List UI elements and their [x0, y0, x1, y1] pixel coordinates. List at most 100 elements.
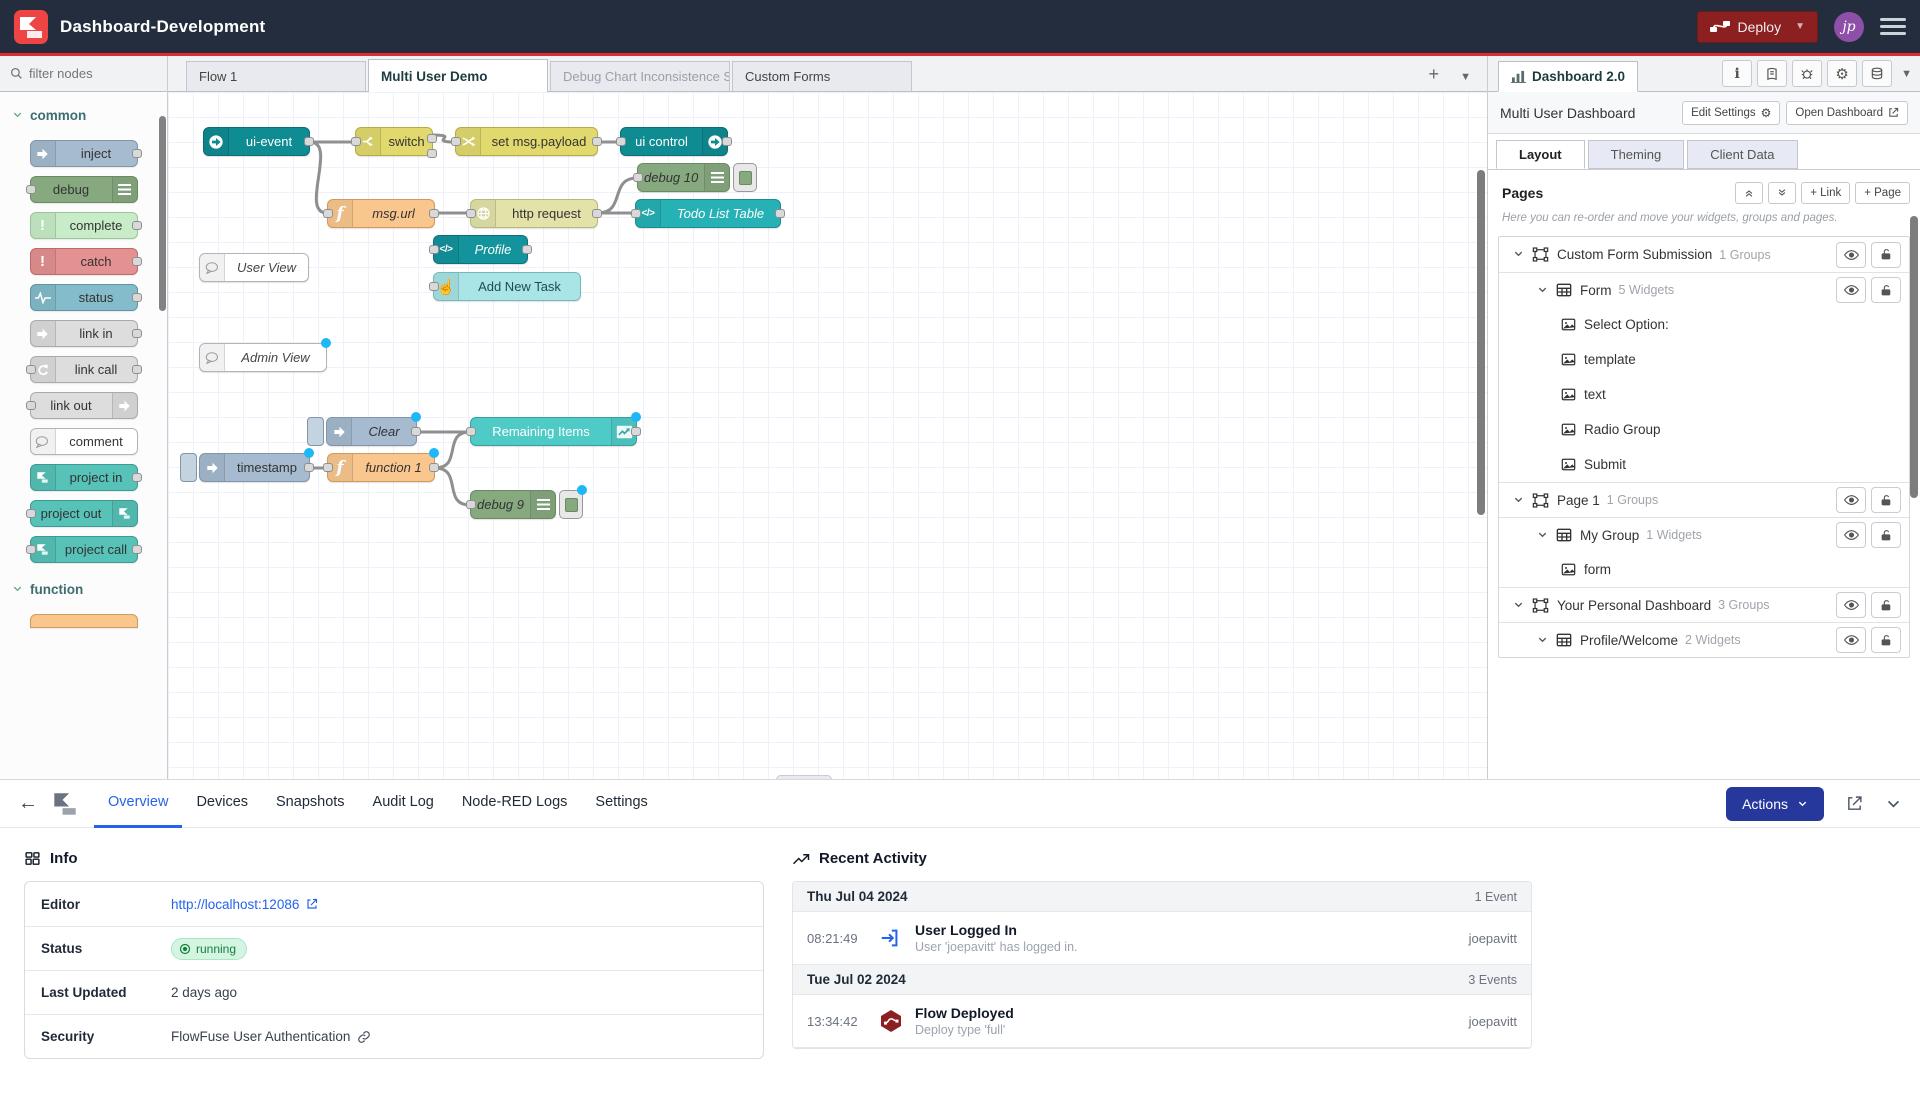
tab-theming[interactable]: Theming [1588, 140, 1685, 169]
output-port[interactable] [132, 473, 142, 482]
flow-tab-Debug-Chart-Inconsistence-S[interactable]: Debug Chart Inconsistence S [550, 61, 730, 91]
tree-row-your-personal-dashboard[interactable]: Your Personal Dashboard3 Groups [1499, 587, 1909, 622]
tree-row-template[interactable]: template [1499, 342, 1909, 377]
node-remaining-items[interactable]: Remaining Items [470, 417, 637, 446]
output-port[interactable] [429, 209, 439, 218]
palette-node-status[interactable]: status [30, 284, 138, 311]
input-port[interactable] [616, 137, 626, 146]
actions-button[interactable]: Actions [1726, 787, 1824, 821]
output-port[interactable] [132, 257, 142, 266]
input-port[interactable] [451, 137, 461, 146]
tree-row-profile-welcome[interactable]: Profile/Welcome2 Widgets [1499, 622, 1909, 657]
output-port[interactable] [631, 427, 641, 436]
panel-resize-handle[interactable] [776, 775, 832, 779]
input-port[interactable] [323, 209, 333, 218]
flow-tab-Flow-1[interactable]: Flow 1 [186, 61, 366, 91]
node-debug-9[interactable]: debug 9 [470, 490, 583, 519]
tab-client-data[interactable]: Client Data [1687, 140, 1797, 169]
context-data-button[interactable] [1862, 60, 1892, 87]
tree-row-submit[interactable]: Submit [1499, 447, 1909, 482]
output-port[interactable] [592, 137, 602, 146]
palette-node-project-in[interactable]: project in [30, 464, 138, 491]
output-port-1[interactable] [427, 134, 437, 143]
input-port[interactable] [26, 185, 36, 194]
tab-settings[interactable]: Settings [581, 780, 661, 828]
node-admin-view[interactable]: Admin View [199, 343, 327, 372]
chevron-down-icon[interactable] [1513, 598, 1524, 613]
edit-settings-button[interactable]: Edit Settings⚙ [1682, 101, 1780, 125]
canvas-scrollbar[interactable] [1477, 170, 1485, 515]
input-port[interactable] [429, 282, 439, 291]
avatar[interactable]: jp [1834, 12, 1864, 42]
visibility-button[interactable] [1836, 242, 1866, 268]
tree-row-form[interactable]: form [1499, 552, 1909, 587]
debug-button[interactable] [1792, 60, 1822, 87]
input-port[interactable] [26, 545, 36, 554]
input-port[interactable] [466, 209, 476, 218]
tab-dashboard-2[interactable]: Dashboard 2.0 [1498, 61, 1638, 92]
wire[interactable] [310, 142, 327, 213]
visibility-button[interactable] [1836, 487, 1866, 513]
menu-icon[interactable] [1880, 18, 1906, 35]
palette-section-function[interactable]: function [0, 572, 167, 605]
inject-button[interactable] [307, 417, 324, 446]
inject-button[interactable] [180, 453, 197, 482]
tree-row-radio-group[interactable]: Radio Group [1499, 412, 1909, 447]
lock-button[interactable] [1871, 242, 1901, 268]
activity-event-row[interactable]: 08:21:49User Logged InUser 'joepavitt' h… [793, 912, 1531, 965]
flow-list-caret-icon[interactable]: ▼ [1460, 71, 1471, 83]
collapse-all-button[interactable] [1735, 182, 1763, 204]
lock-button[interactable] [1871, 522, 1901, 548]
tab-devices[interactable]: Devices [182, 780, 262, 828]
visibility-button[interactable] [1836, 627, 1866, 653]
node-user-view[interactable]: User View [199, 253, 309, 282]
palette-scrollbar[interactable] [159, 116, 166, 311]
output-port[interactable] [304, 463, 314, 472]
deploy-button[interactable]: Deploy ▼ [1697, 11, 1819, 43]
palette-node-partial[interactable] [30, 614, 138, 628]
activity-event-row[interactable]: 13:34:42Flow DeployedDeploy type 'full'j… [793, 995, 1531, 1048]
tree-row-my-group[interactable]: My Group1 Widgets [1499, 517, 1909, 552]
output-port[interactable] [132, 365, 142, 374]
open-editor-icon[interactable] [1846, 795, 1863, 812]
node-function-1[interactable]: ffunction 1 [327, 453, 435, 482]
palette-node-catch[interactable]: !catch [30, 248, 138, 275]
output-port-2[interactable] [427, 149, 437, 158]
wire[interactable] [598, 178, 637, 213]
output-port[interactable] [775, 209, 785, 218]
input-port[interactable] [466, 500, 476, 509]
tree-row-select-option-[interactable]: Select Option: [1499, 307, 1909, 342]
palette-node-link-out[interactable]: link out [30, 392, 138, 419]
info-row-value[interactable]: http://localhost:12086 [171, 897, 318, 912]
node-profile[interactable]: </>Profile [433, 235, 528, 264]
palette-node-link-in[interactable]: link in [30, 320, 138, 347]
open-dashboard-button[interactable]: Open Dashboard [1786, 101, 1908, 125]
flow-canvas[interactable]: ui-eventswitchset msg.payloadui controld… [168, 92, 1487, 779]
output-port[interactable] [132, 221, 142, 230]
palette-node-project-out[interactable]: project out [30, 500, 138, 527]
debug-toggle-button[interactable] [733, 163, 757, 192]
flow-tab-Multi-User-Demo[interactable]: Multi User Demo [368, 59, 548, 92]
chevron-down-icon[interactable] [1513, 493, 1524, 508]
palette-node-complete[interactable]: !complete [30, 212, 138, 239]
add-flow-icon[interactable]: + [1428, 64, 1439, 85]
node-switch[interactable]: switch [355, 127, 433, 156]
node-debug-10[interactable]: debug 10 [637, 163, 728, 192]
input-port[interactable] [26, 401, 36, 410]
expand-all-button[interactable] [1768, 182, 1796, 204]
palette-node-inject[interactable]: inject [30, 140, 138, 167]
flow-tab-Custom-Forms[interactable]: Custom Forms [732, 61, 912, 91]
visibility-button[interactable] [1836, 522, 1866, 548]
settings-button[interactable]: ⚙ [1827, 60, 1857, 87]
lock-button[interactable] [1871, 487, 1901, 513]
sidebar-scrollbar[interactable] [1910, 216, 1918, 498]
tree-row-custom-form-submission[interactable]: Custom Form Submission1 Groups [1499, 237, 1909, 272]
node-msg-url[interactable]: fmsg.url [327, 199, 435, 228]
tree-row-form[interactable]: Form5 Widgets [1499, 272, 1909, 307]
output-port[interactable] [592, 209, 602, 218]
node-todo-list-table[interactable]: </>Todo List Table [635, 199, 781, 228]
palette-filter-input[interactable] [29, 66, 149, 81]
help-button[interactable] [1757, 60, 1787, 87]
node-ui-event[interactable]: ui-event [203, 127, 310, 156]
wire[interactable] [435, 432, 470, 468]
